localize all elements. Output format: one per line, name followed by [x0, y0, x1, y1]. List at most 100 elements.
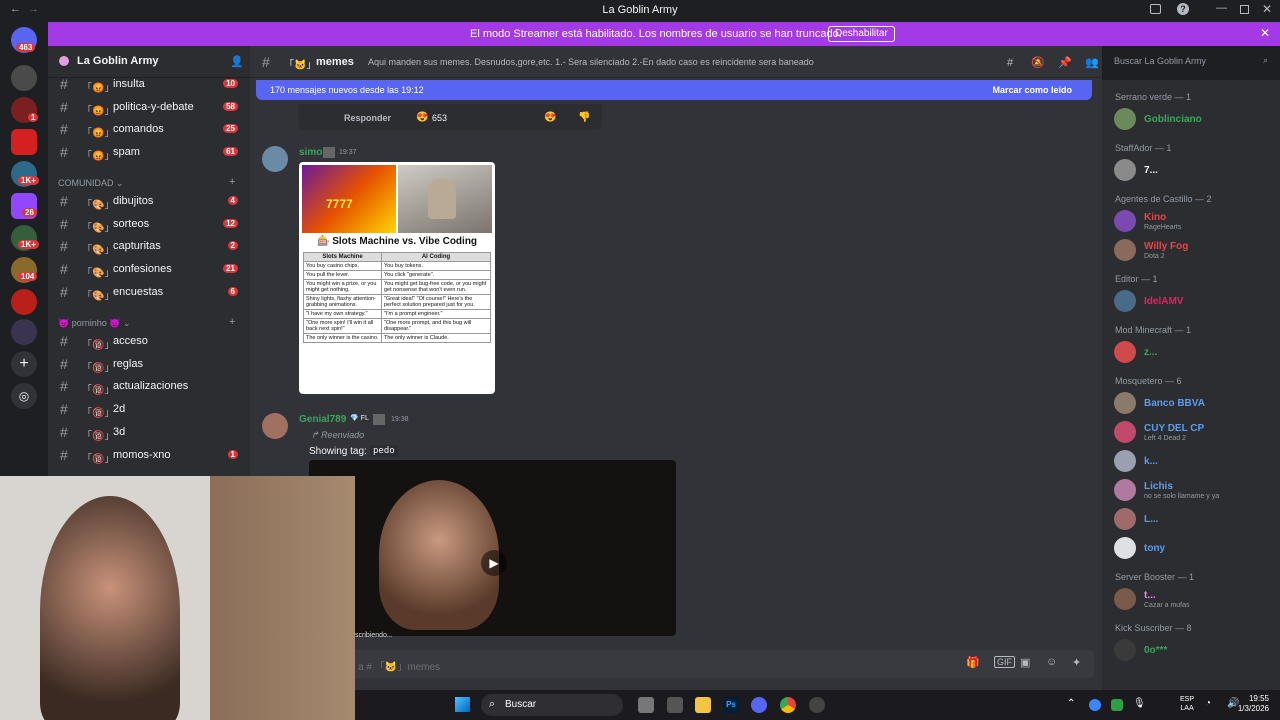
language-indicator[interactable]: ESP LAA: [1180, 695, 1194, 713]
channel-item-comandos[interactable]: # 「😡」 comandos 25: [48, 120, 250, 140]
new-messages-bar[interactable]: 170 mensajes nuevos desde las 19:12 Marc…: [256, 80, 1092, 100]
member-item[interactable]: t... Cazar a mufas: [1114, 588, 1274, 614]
avatar[interactable]: [262, 413, 288, 439]
channel-item-encuestas[interactable]: # 「🎨」 encuestas 6: [48, 283, 250, 303]
play-icon[interactable]: ▶: [481, 550, 507, 576]
member-item[interactable]: k...: [1114, 450, 1274, 476]
reply-button[interactable]: Responder: [344, 113, 391, 123]
close-banner-icon[interactable]: ✕: [1260, 26, 1270, 40]
member-item[interactable]: L...: [1114, 508, 1274, 534]
channel-item-sorteos[interactable]: # 「🎨」 sorteos 12: [48, 215, 250, 235]
gift-icon[interactable]: 🎁: [966, 656, 980, 669]
member-item[interactable]: 0o***: [1114, 639, 1274, 665]
help-icon[interactable]: ?: [1177, 3, 1189, 15]
channel-item-spam[interactable]: # 「😡」 spam 61: [48, 143, 250, 163]
wifi-icon[interactable]: ◔: [1205, 698, 1211, 709]
member-list: Serrano verde — 1 Goblinciano StaffAdor — …: [1102, 80, 1280, 696]
add-server-icon[interactable]: +: [11, 351, 37, 377]
task-view-icon[interactable]: [638, 697, 654, 713]
member-item[interactable]: Willy Fog Dota 2: [1114, 239, 1274, 265]
app-icon[interactable]: [667, 697, 683, 713]
tray-chevron-icon[interactable]: ⌃: [1067, 698, 1075, 709]
discord-icon[interactable]: [751, 697, 767, 713]
server-icon[interactable]: [11, 319, 37, 345]
minimize-icon[interactable]: —: [1216, 2, 1227, 14]
windows-start-icon[interactable]: [455, 697, 470, 712]
message-author[interactable]: simo: [299, 147, 322, 158]
gif-icon[interactable]: GIF: [994, 656, 1015, 668]
chrome-icon[interactable]: [780, 697, 796, 713]
message-composer[interactable]: aje a # 「🐱」memes 🎁 GIF ▣ ☺ ✦: [258, 650, 1094, 678]
maximize-icon[interactable]: [1240, 5, 1249, 14]
channel-item-acceso[interactable]: # 「🔞」 acceso: [48, 332, 250, 352]
apps-icon[interactable]: ✦: [1072, 656, 1081, 669]
add-channel-icon[interactable]: +: [229, 316, 235, 328]
discover-icon[interactable]: ◎: [11, 383, 37, 409]
member-name: Kino: [1144, 212, 1167, 223]
channel-topic[interactable]: Aqui manden sus memes. Desnudos,gore,etc…: [368, 57, 814, 67]
channel-emoji-icon: 「🐱」: [284, 60, 317, 71]
channel-item-confesiones[interactable]: # 「🎨」 confesiones 21: [48, 260, 250, 280]
member-item[interactable]: Kino RageHearts: [1114, 210, 1274, 236]
photoshop-icon[interactable]: Ps: [723, 697, 739, 713]
member-item[interactable]: 7...: [1114, 159, 1274, 185]
sticker-icon[interactable]: ▣: [1020, 656, 1030, 669]
video-embed[interactable]: ▶: [309, 460, 676, 636]
reaction-emoji-icon[interactable]: 😍: [416, 112, 428, 123]
member-activity: no se solo llamame y ya: [1144, 493, 1220, 500]
coder-photo: [398, 165, 492, 233]
member-item[interactable]: Goblinciano: [1114, 108, 1274, 134]
category-header[interactable]: COMUNIDAD ⌄: [58, 178, 124, 189]
member-item[interactable]: Banco BBVA: [1114, 392, 1274, 418]
tray-app-icon[interactable]: [1089, 699, 1101, 711]
obs-icon[interactable]: [809, 697, 825, 713]
add-member-icon[interactable]: 👤: [230, 55, 244, 68]
channel-item-actualizaciones[interactable]: # 「🔞」 actualizaciones: [48, 377, 250, 397]
category-header[interactable]: 😈 porninho 😈 ⌄: [58, 318, 131, 329]
inbox-icon[interactable]: [1150, 4, 1161, 14]
mark-read-button[interactable]: Marcar como leído: [992, 85, 1072, 95]
taskbar-search[interactable]: ⌕ Buscar: [481, 694, 623, 716]
microphone-icon[interactable]: 🎙: [1133, 698, 1146, 709]
channel-item-reglas[interactable]: # 「🔞」 reglas: [48, 355, 250, 375]
pin-icon[interactable]: 📌: [1058, 57, 1072, 69]
server-icon[interactable]: [11, 65, 37, 91]
notification-bell-icon[interactable]: 🔕: [1031, 57, 1045, 69]
server-badge: 463: [16, 43, 36, 52]
reaction-emoji-icon[interactable]: 😍: [544, 112, 556, 123]
channel-item-politica-y-debate[interactable]: # 「😡」 politica-y-debate 58: [48, 98, 250, 118]
member-item[interactable]: tony: [1114, 537, 1274, 563]
channel-item-dibujitos[interactable]: # 「🎨」 dibujitos 4: [48, 192, 250, 212]
channel-item-insulta[interactable]: # 「😡」 insulta 10: [48, 75, 250, 95]
threads-icon[interactable]: #: [1004, 57, 1016, 69]
server-icon[interactable]: [11, 129, 37, 155]
tray-app-icon[interactable]: [1111, 699, 1123, 711]
table-cell: You buy tokens.: [381, 261, 491, 271]
clock[interactable]: 19:55 1/3/2026: [1227, 694, 1269, 714]
server-icon[interactable]: [11, 289, 37, 315]
guild-header[interactable]: La Goblin Army ⌄ 👤: [48, 46, 250, 78]
member-item[interactable]: IdelAMV: [1114, 290, 1274, 316]
file-explorer-icon[interactable]: [695, 697, 711, 713]
add-channel-icon[interactable]: +: [229, 176, 235, 188]
hash-icon: #: [60, 355, 68, 372]
member-item[interactable]: CUY DEL CP Left 4 Dead 2: [1114, 421, 1274, 447]
clock-date: 1/3/2026: [1237, 704, 1269, 713]
thumbs-down-icon[interactable]: 👎: [578, 112, 590, 123]
emoji-icon[interactable]: ☺: [1046, 656, 1057, 668]
channel-item-2d[interactable]: # 「🔞」 2d: [48, 400, 250, 420]
member-item[interactable]: Lichis no se solo llamame y ya: [1114, 479, 1274, 505]
message-author[interactable]: Genial789: [299, 414, 346, 425]
channel-item-capturitas[interactable]: # 「🎨」 capturitas 2: [48, 237, 250, 257]
close-icon[interactable]: ✕: [1262, 2, 1272, 16]
disable-streamer-button[interactable]: Deshabilitar: [828, 26, 895, 42]
channel-item-3d[interactable]: # 「🔞」 3d: [48, 423, 250, 443]
meme-image[interactable]: 7777 🎰 Slots Machine vs. Vibe Coding Slo…: [299, 162, 495, 394]
member-list-icon[interactable]: 👥: [1085, 57, 1099, 69]
table-header: Slots Machine: [303, 252, 382, 262]
avatar[interactable]: [262, 146, 288, 172]
channel-item-momos-xno[interactable]: # 「🔞」 momos-xno 1: [48, 446, 250, 466]
search-input[interactable]: Buscar La Goblin Army ⌕: [1108, 52, 1274, 72]
member-item[interactable]: z...: [1114, 341, 1274, 367]
role-header: Mosquetero — 6: [1115, 376, 1182, 386]
